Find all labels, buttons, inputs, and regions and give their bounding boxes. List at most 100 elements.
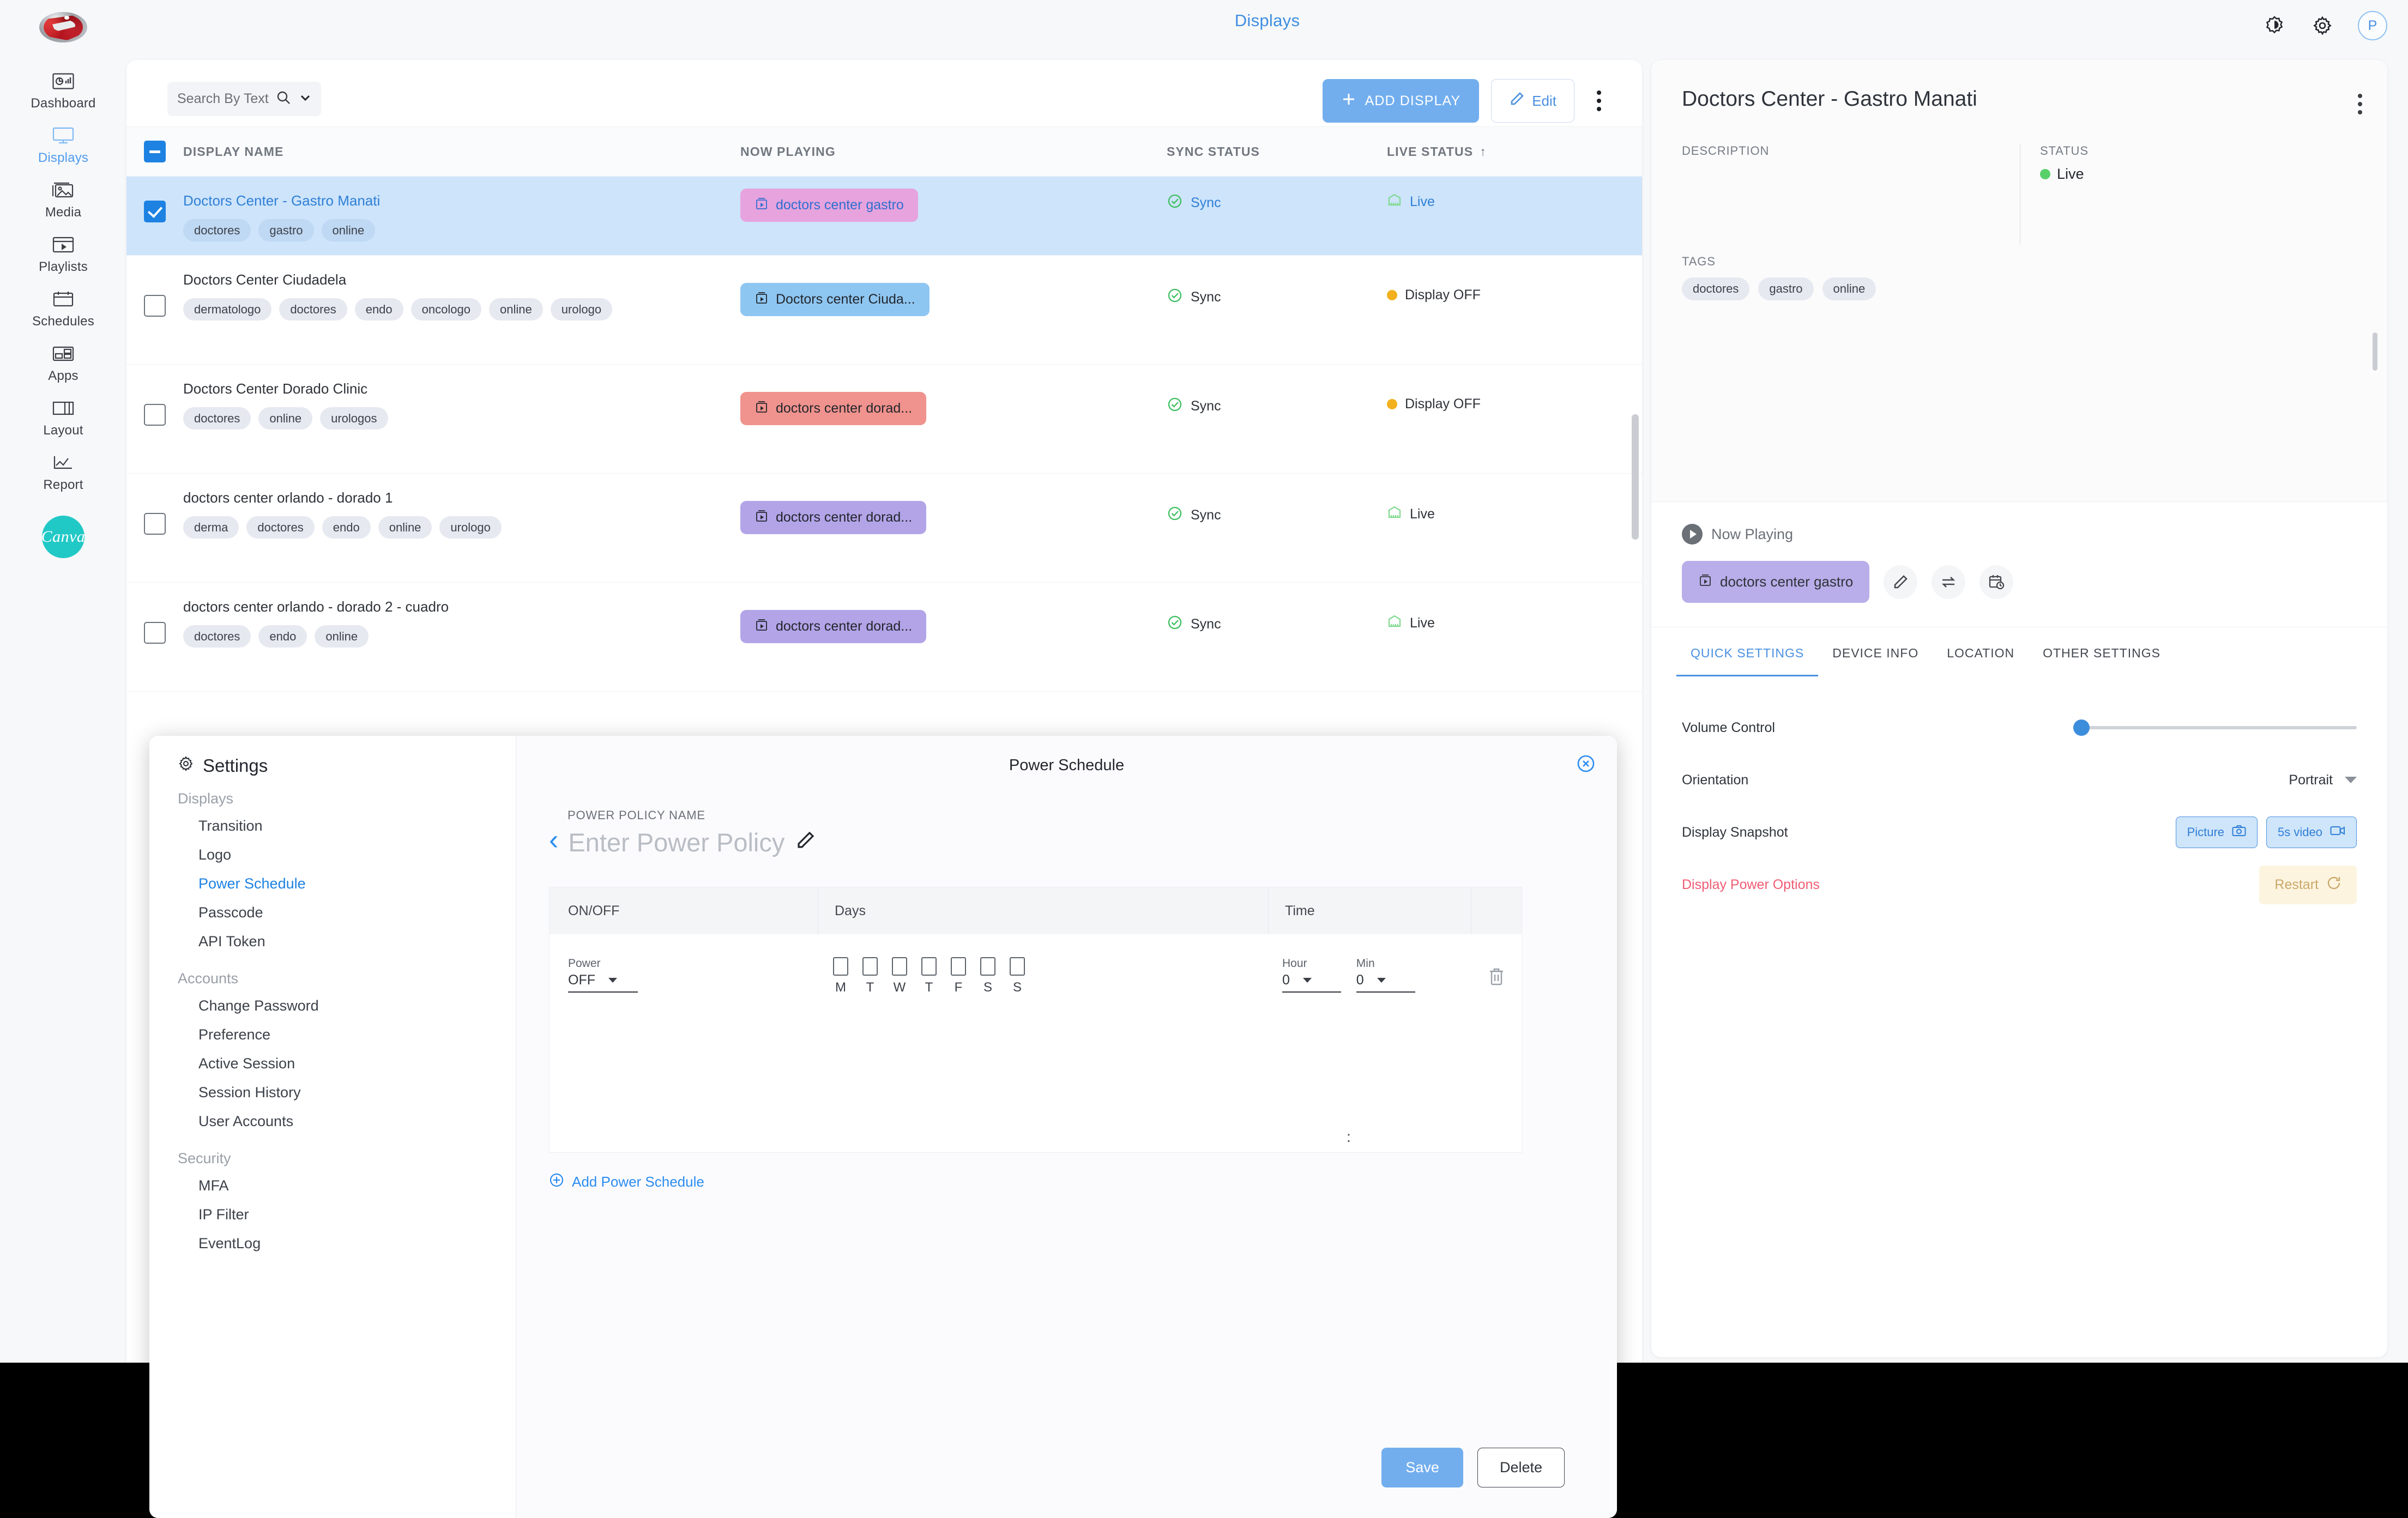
day-checkbox-5[interactable]: S [980,957,995,995]
tab-device-info[interactable]: DEVICE INFO [1818,627,1933,676]
now-playing-chip[interactable]: doctors center gastro [740,189,918,222]
now-playing-chip[interactable]: Doctors center Ciuda... [740,283,930,316]
day-checkbox-box[interactable] [980,957,995,976]
detail-kebab-menu-icon[interactable] [2358,94,2362,114]
chevron-down-icon[interactable] [2345,777,2357,783]
day-checkbox-0[interactable]: M [833,957,848,995]
tab-other-settings[interactable]: OTHER SETTINGS [2029,627,2175,676]
settings-item-eventlog[interactable]: EventLog [178,1229,516,1258]
table-row[interactable]: Doctors Center Ciudadela dermatologo docto… [126,256,1642,365]
tag-chip[interactable]: online [321,219,376,242]
day-checkbox-6[interactable]: S [1010,957,1025,995]
column-header-live-status[interactable]: LIVE STATUS ↑ [1387,144,1642,159]
tag-chip[interactable]: online [315,625,369,648]
sidebar-item-apps[interactable]: Apps [0,336,126,390]
day-checkbox-box[interactable] [833,957,848,976]
sidebar-item-schedules[interactable]: Schedules [0,281,126,336]
tag-chip[interactable]: oncologo [411,298,481,321]
chevron-down-icon[interactable] [299,93,311,105]
tag-chip[interactable]: endo [258,625,307,648]
snapshot-picture-button[interactable]: Picture [2175,817,2258,848]
day-checkbox-2[interactable]: W [892,957,907,995]
close-icon[interactable] [1573,751,1598,776]
hour-select[interactable]: 0 [1282,972,1341,993]
settings-item-mfa[interactable]: MFA [178,1171,516,1200]
column-header-display-name[interactable]: DISPLAY NAME [183,144,740,159]
search-icon[interactable] [275,89,292,108]
canva-badge[interactable]: Canva [41,516,85,558]
minute-select[interactable]: 0 [1356,972,1415,993]
row-checkbox[interactable] [144,295,166,317]
tag-chip[interactable]: gastro [258,219,314,242]
tag-chip[interactable]: endo [322,516,371,539]
row-display-name[interactable]: Doctors Center - Gastro Manati [183,192,729,210]
tag-chip[interactable]: doctores [183,407,251,430]
day-checkbox-box[interactable] [892,957,907,976]
day-checkbox-box[interactable] [862,957,878,976]
day-checkbox-4[interactable]: F [951,957,966,995]
sidebar-item-displays[interactable]: Displays [0,118,126,172]
row-checkbox[interactable] [144,404,166,426]
sidebar-item-media[interactable]: Media [0,172,126,227]
tag-chip[interactable]: urologo [550,298,613,321]
settings-item-logo[interactable]: Logo [178,840,516,869]
tag-chip[interactable]: online [378,516,432,539]
row-display-name[interactable]: Doctors Center Dorado Clinic [183,380,729,398]
tag-chip[interactable]: doctores [183,625,251,648]
tag-chip[interactable]: doctores [279,298,347,321]
add-display-button[interactable]: ADD DISPLAY [1322,79,1480,123]
column-header-now-playing[interactable]: NOW PLAYING [740,144,1167,159]
settings-item-user-accounts[interactable]: User Accounts [178,1107,516,1136]
row-checkbox[interactable] [144,622,166,644]
settings-item-passcode[interactable]: Passcode [178,898,516,927]
delete-button[interactable]: Delete [1477,1448,1565,1487]
row-checkbox[interactable] [144,201,166,222]
restart-button[interactable]: Restart [2259,865,2357,904]
day-checkbox-box[interactable] [1010,957,1025,976]
snapshot-video-button[interactable]: 5s video [2266,817,2357,848]
now-playing-chip[interactable]: doctors center dorad... [740,501,927,534]
table-scrollbar[interactable] [1632,414,1639,540]
tag-chip[interactable]: doctores [1682,277,1750,300]
tag-chip[interactable]: online [488,298,543,321]
day-checkbox-box[interactable] [951,957,966,976]
trash-icon[interactable] [1487,967,1506,989]
edit-button[interactable]: Edit [1491,79,1574,123]
edit-pencil-icon[interactable] [1884,565,1918,599]
tag-chip[interactable]: online [258,407,313,430]
avatar[interactable]: P [2358,11,2387,40]
sidebar-item-playlists[interactable]: Playlists [0,227,126,281]
tag-chip[interactable]: urologo [439,516,502,539]
tab-quick-settings[interactable]: QUICK SETTINGS [1676,627,1819,676]
settings-item-change-password[interactable]: Change Password [178,991,516,1020]
save-button[interactable]: Save [1381,1448,1463,1487]
settings-item-preference[interactable]: Preference [178,1020,516,1049]
day-checkbox-1[interactable]: T [862,957,878,995]
sidebar-item-report[interactable]: Report [0,445,126,499]
power-policy-name-input[interactable]: Enter Power Policy [568,827,784,857]
tag-chip[interactable]: online [1822,277,1876,300]
settings-item-active-session[interactable]: Active Session [178,1049,516,1078]
sidebar-item-dashboard[interactable]: Dashboard [0,63,126,118]
tag-chip[interactable]: derma [183,516,239,539]
now-playing-chip[interactable]: doctors center dorad... [740,610,927,643]
settings-item-power-schedule[interactable]: Power Schedule [178,869,516,898]
table-row[interactable]: doctors center orlando - dorado 1 derma do… [126,474,1642,583]
settings-item-api-token[interactable]: API Token [178,927,516,956]
column-header-sync-status[interactable]: SYNC STATUS [1167,144,1387,159]
brightness-icon[interactable] [2262,13,2287,38]
day-checkbox-box[interactable] [921,957,937,976]
search-input[interactable]: Search By Text [167,82,321,116]
orientation-value[interactable]: Portrait [2289,772,2333,788]
select-all-checkbox[interactable] [126,141,183,162]
tag-chip[interactable]: endo [354,298,403,321]
settings-item-session-history[interactable]: Session History [178,1078,516,1107]
chevron-left-icon[interactable]: ‹ [549,826,558,854]
now-playing-chip[interactable]: doctors center dorad... [740,392,927,425]
volume-slider-knob[interactable] [2073,719,2090,736]
settings-item-ip-filter[interactable]: IP Filter [178,1200,516,1229]
kebab-menu-icon[interactable] [1586,79,1612,123]
add-power-schedule-button[interactable]: Add Power Schedule [549,1172,1584,1192]
schedule-clock-icon[interactable] [1979,565,2014,599]
tab-location[interactable]: LOCATION [1933,627,2029,676]
